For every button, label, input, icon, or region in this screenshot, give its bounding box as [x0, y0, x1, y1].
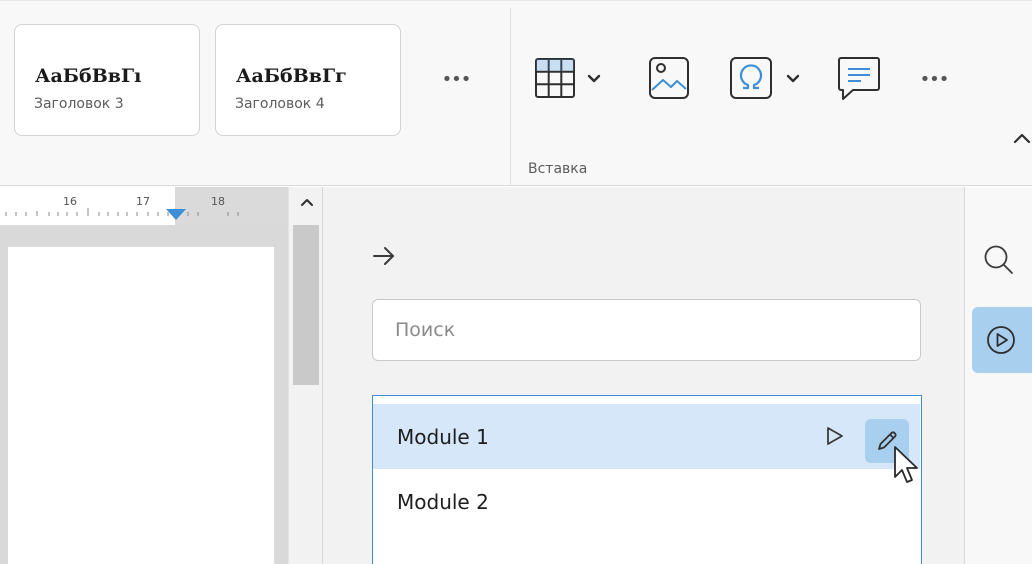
insert-special-character-button[interactable]: [729, 56, 805, 104]
macro-name: Module 2: [397, 490, 489, 514]
style-heading-3-card[interactable]: АаБбВвГı Заголовок 3: [14, 24, 200, 136]
indent-marker-icon: [166, 209, 186, 220]
scrollbar-thumb[interactable]: [293, 225, 319, 385]
insert-more-button[interactable]: •••: [919, 70, 950, 90]
insert-group-label: Вставка: [528, 161, 588, 177]
collapse-ribbon-button[interactable]: [1012, 130, 1032, 149]
style-sample-text: АаБбВвГı: [35, 65, 142, 87]
style-name: Заголовок 4: [235, 96, 325, 112]
mouse-cursor-icon: [893, 445, 921, 491]
macros-icon: [987, 326, 1015, 354]
document-page[interactable]: [8, 247, 274, 564]
macro-list: Module 1 Module 2: [372, 395, 922, 564]
scroll-up-icon: [301, 199, 313, 206]
style-name: Заголовок 3: [34, 96, 124, 112]
ruler-number: 17: [136, 195, 150, 208]
macro-list-item[interactable]: Module 2: [373, 469, 920, 534]
macro-list-item[interactable]: Module 1: [373, 404, 920, 469]
play-icon: [827, 427, 843, 445]
macro-name: Module 1: [397, 425, 489, 449]
comment-icon: [838, 57, 880, 100]
arrow-right-icon: [373, 247, 394, 265]
back-button[interactable]: [372, 245, 396, 271]
style-sample-text: АаБбВвГг: [236, 65, 347, 87]
special-character-icon: [730, 57, 800, 99]
insert-comment-button[interactable]: [837, 56, 881, 106]
style-heading-4-card[interactable]: АаБбВвГг Заголовок 4: [215, 24, 401, 136]
run-macro-button[interactable]: [824, 424, 846, 452]
macro-search-input[interactable]: [372, 299, 921, 361]
ruler-number: 18: [211, 195, 225, 208]
ruler-number: 16: [63, 195, 77, 208]
image-icon: [649, 57, 689, 99]
table-icon: [535, 58, 601, 98]
insert-image-button[interactable]: [648, 56, 690, 104]
chevron-up-icon: [1013, 133, 1031, 144]
group-divider: [510, 8, 511, 186]
horizontal-ruler: 16 17 18: [0, 187, 288, 225]
rail-search-button[interactable]: [983, 244, 1015, 280]
insert-table-button[interactable]: [534, 55, 604, 105]
search-icon: [984, 245, 1013, 274]
rail-macros-button[interactable]: [972, 307, 1032, 373]
vertical-scrollbar[interactable]: [288, 187, 323, 564]
styles-more-button[interactable]: •••: [441, 70, 472, 90]
